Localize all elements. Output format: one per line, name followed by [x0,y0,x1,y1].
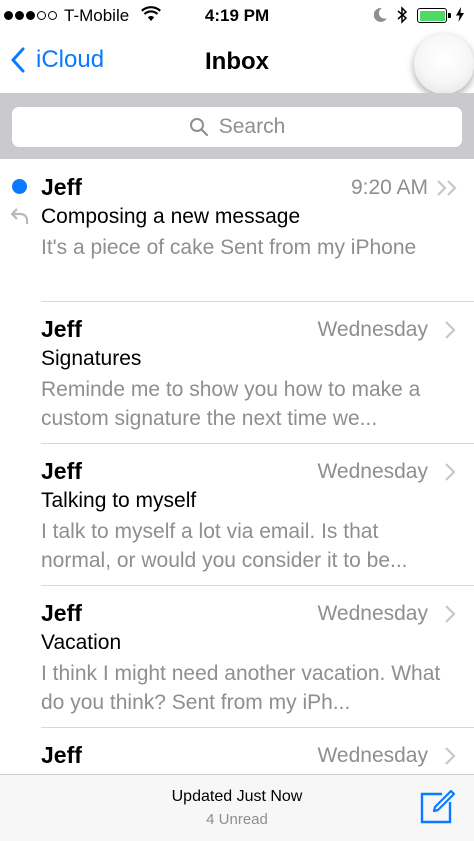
unread-count-text: 4 Unread [206,811,268,828]
thread-double-chevron-icon [437,180,457,196]
message-list: Jeff 9:20 AM Composing a new message It'… [0,160,474,774]
status-bar: T-Mobile 4:19 PM [0,0,474,34]
page-title: Inbox [205,48,269,75]
search-icon [189,118,208,137]
assistive-touch-button[interactable] [414,34,474,94]
message-sender: Jeff [41,742,82,768]
search-placeholder: Search [218,115,286,138]
message-time: Wednesday [317,460,428,483]
message-subject: Composing a new message [41,205,301,228]
navigation-bar: iCloud Inbox [0,34,474,94]
message-sender: Jeff [41,174,82,200]
compose-icon[interactable] [418,788,456,826]
battery-icon [417,8,451,23]
chevron-right-icon [445,747,456,765]
message-time: Wednesday [317,318,428,341]
replied-arrow-icon [10,208,29,224]
mailbox-status: Updated Just Now 4 Unread [0,788,474,828]
search-bar: Search [0,93,474,159]
message-subject: Vacation [41,631,122,654]
message-row[interactable]: Jeff 9:20 AM Composing a new message It'… [10,160,474,302]
unread-indicator [12,179,27,194]
bluetooth-icon [397,6,408,24]
message-row[interactable]: Jeff Wednesday Talking to myself I talk … [41,444,474,586]
updated-status-text: Updated Just Now [171,788,303,805]
message-sender: Jeff [41,600,82,626]
bottom-toolbar: Updated Just Now 4 Unread [0,774,474,841]
message-subject: Talking to myself [41,489,197,512]
chevron-right-icon [445,321,456,339]
message-row[interactable]: Jeff Wednesday Signatures Reminde me to … [41,302,474,444]
message-time: Wednesday [317,744,428,767]
message-sender: Jeff [41,458,82,484]
message-preview: It's a piece of cake Sent from my iPhone [41,236,417,259]
do-not-disturb-moon-icon [374,7,387,22]
message-sender: Jeff [41,316,82,342]
message-time: Wednesday [317,602,428,625]
chevron-right-icon [445,605,456,623]
message-preview: I talk to myself a lot via email. Is tha… [41,520,408,572]
charging-bolt-icon [456,7,464,22]
message-preview: Reminde me to show you how to make a cus… [41,378,421,430]
message-time: 9:20 AM [350,176,428,199]
message-row[interactable]: Jeff Wednesday Vacation I think I might … [41,586,474,728]
message-preview: I think I might need another vacation. W… [41,662,441,714]
message-row[interactable]: Jeff Wednesday [41,728,474,774]
search-input[interactable]: Search [12,107,462,147]
message-subject: Signatures [41,347,142,370]
chevron-right-icon [445,463,456,481]
